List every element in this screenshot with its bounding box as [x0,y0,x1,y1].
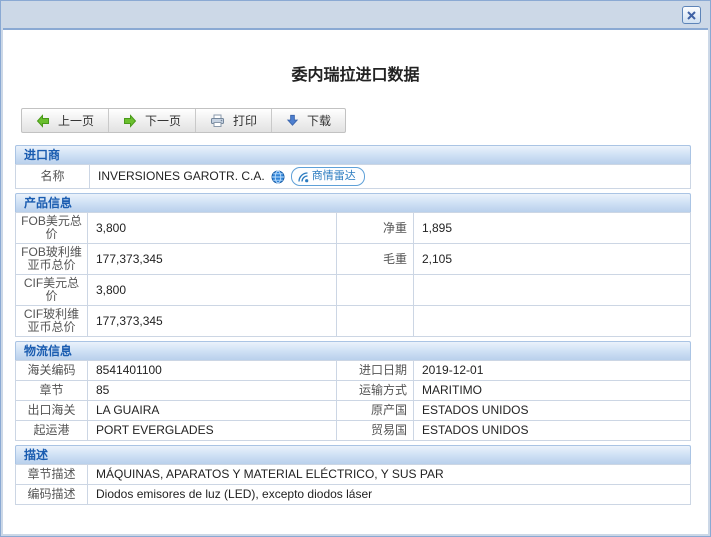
importer-section: 进口商 名称 INVERSIONES GAROTR. C.A. 商情雷达 [15,145,691,189]
table-row: CIF美元总价 3,800 [15,274,691,306]
chapter-label: 章节 [15,380,88,401]
prev-page-label: 上一页 [58,114,95,128]
radar-icon [298,171,309,182]
import-date-label: 进口日期 [336,360,414,381]
logistics-table: 海关编码 8541401100 进口日期 2019-12-01 章节 85 运输… [15,360,691,441]
table-row: 章节描述 MÁQUINAS, APARATOS Y MATERIAL ELÉCT… [15,464,691,485]
dialog-content: 委内瑞拉进口数据 上一页 下一页 打印 下载 进口商 名称 INVERSIONE… [3,28,708,534]
importer-table: 名称 INVERSIONES GAROTR. C.A. 商情雷达 [15,164,691,189]
hs-code-value: 8541401100 [87,360,337,381]
transport-mode-value: MARITIMO [413,380,691,401]
fob-bolivar-value: 177,373,345 [87,243,337,275]
print-button[interactable]: 打印 [195,109,271,132]
prev-page-button[interactable]: 上一页 [22,109,108,132]
departure-port-label: 起运港 [15,420,88,441]
business-radar-link[interactable]: 商情雷达 [290,167,365,186]
description-section-header: 描述 [15,445,691,464]
printer-icon [211,114,225,127]
export-customs-value: LA GUAIRA [87,400,337,421]
table-row: 章节 85 运输方式 MARITIMO [15,380,691,401]
next-page-label: 下一页 [145,114,182,128]
print-label: 打印 [233,114,258,128]
import-data-dialog: 委内瑞拉进口数据 上一页 下一页 打印 下载 进口商 名称 INVERSIONE… [0,0,711,537]
description-section: 描述 章节描述 MÁQUINAS, APARATOS Y MATERIAL EL… [15,445,691,505]
gross-weight-value: 2,105 [413,243,691,275]
description-table: 章节描述 MÁQUINAS, APARATOS Y MATERIAL ELÉCT… [15,464,691,505]
arrow-right-icon [124,113,137,128]
fob-usd-label: FOB美元总价 [15,212,88,244]
importer-section-header: 进口商 [15,145,691,164]
trade-country-label: 贸易国 [336,420,414,441]
empty-value [413,274,691,306]
importer-name-label: 名称 [15,164,90,189]
gross-weight-label: 毛重 [336,243,414,275]
download-label: 下载 [307,114,332,128]
empty-value [413,305,691,337]
arrow-left-icon [36,113,49,128]
product-info-section: 产品信息 FOB美元总价 3,800 净重 1,895 FOB玻利维亚币总价 1… [15,193,691,337]
table-row: 编码描述 Diodos emisores de luz (LED), excep… [15,484,691,505]
departure-port-value: PORT EVERGLADES [87,420,337,441]
download-button[interactable]: 下载 [271,109,345,132]
origin-country-value: ESTADOS UNIDOS [413,400,691,421]
chapter-description-label: 章节描述 [15,464,88,485]
trade-country-value: ESTADOS UNIDOS [413,420,691,441]
fob-usd-value: 3,800 [87,212,337,244]
empty-label [336,305,414,337]
close-icon [687,10,696,20]
export-customs-label: 出口海关 [15,400,88,421]
net-weight-label: 净重 [336,212,414,244]
table-row: 出口海关 LA GUAIRA 原产国 ESTADOS UNIDOS [15,400,691,421]
data-sections: 进口商 名称 INVERSIONES GAROTR. C.A. 商情雷达 产品信… [15,145,691,505]
transport-mode-label: 运输方式 [336,380,414,401]
table-row: 名称 INVERSIONES GAROTR. C.A. 商情雷达 [15,164,691,189]
close-button[interactable] [682,6,701,24]
website-globe-icon[interactable] [271,170,285,184]
cif-usd-label: CIF美元总价 [15,274,88,306]
table-row: 起运港 PORT EVERGLADES 贸易国 ESTADOS UNIDOS [15,420,691,441]
fob-bolivar-label: FOB玻利维亚币总价 [15,243,88,275]
code-description-value: Diodos emisores de luz (LED), excepto di… [87,484,691,505]
table-row: CIF玻利维亚币总价 177,373,345 [15,305,691,337]
chapter-value: 85 [87,380,337,401]
origin-country-label: 原产国 [336,400,414,421]
empty-label [336,274,414,306]
next-page-button[interactable]: 下一页 [108,109,195,132]
dialog-titlebar [1,1,710,28]
business-radar-label: 商情雷达 [311,170,356,182]
code-description-label: 编码描述 [15,484,88,505]
cif-bolivar-label: CIF玻利维亚币总价 [15,305,88,337]
table-row: 海关编码 8541401100 进口日期 2019-12-01 [15,360,691,381]
importer-name-cell: INVERSIONES GAROTR. C.A. 商情雷达 [89,164,691,189]
page-title: 委内瑞拉进口数据 [291,67,420,84]
logistics-section: 物流信息 海关编码 8541401100 进口日期 2019-12-01 章节 … [15,341,691,441]
product-section-header: 产品信息 [15,193,691,212]
table-row: FOB玻利维亚币总价 177,373,345 毛重 2,105 [15,243,691,275]
chapter-description-value: MÁQUINAS, APARATOS Y MATERIAL ELÉCTRICO,… [87,464,691,485]
cif-usd-value: 3,800 [87,274,337,306]
logistics-section-header: 物流信息 [15,341,691,360]
cif-bolivar-value: 177,373,345 [87,305,337,337]
net-weight-value: 1,895 [413,212,691,244]
table-row: FOB美元总价 3,800 净重 1,895 [15,212,691,244]
hs-code-label: 海关编码 [15,360,88,381]
import-date-value: 2019-12-01 [413,360,691,381]
importer-name-value: INVERSIONES GAROTR. C.A. [98,169,265,183]
download-arrow-icon [286,114,299,126]
product-table: FOB美元总价 3,800 净重 1,895 FOB玻利维亚币总价 177,37… [15,212,691,337]
toolbar: 上一页 下一页 打印 下载 [21,108,347,133]
